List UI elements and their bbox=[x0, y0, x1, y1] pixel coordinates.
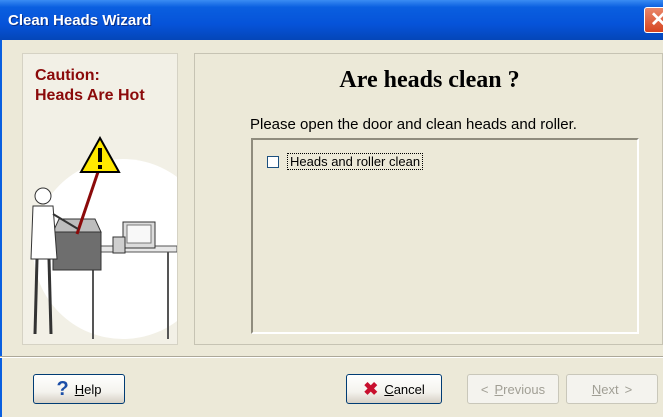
options-group: Heads and roller clean bbox=[251, 138, 639, 334]
caution-title: Caution: bbox=[35, 67, 100, 84]
x-icon: ✖ bbox=[363, 378, 379, 399]
question-icon: ? bbox=[56, 377, 69, 400]
help-mnemonic: H bbox=[74, 381, 85, 397]
previous-label: revious bbox=[503, 381, 546, 397]
heads-clean-checkbox[interactable] bbox=[267, 155, 279, 168]
cancel-label: ancel bbox=[393, 381, 425, 397]
heads-clean-checkbox-label[interactable]: Heads and roller clean bbox=[287, 153, 424, 170]
arrow-left-icon: < bbox=[480, 381, 489, 397]
next-button[interactable]: Next > bbox=[566, 374, 658, 404]
cancel-mnemonic: C bbox=[384, 381, 394, 397]
close-icon: ✕ bbox=[650, 9, 663, 31]
content-panel: Are heads clean ? Please open the door a… bbox=[194, 53, 663, 345]
next-mnemonic: N bbox=[591, 381, 602, 397]
page-heading: Are heads clean ? bbox=[339, 67, 520, 93]
arrow-right-icon: > bbox=[624, 381, 633, 397]
title-bar[interactable]: Clean Heads Wizard ✕ bbox=[0, 0, 663, 40]
heads-clean-checkbox-row[interactable]: Heads and roller clean bbox=[267, 153, 424, 170]
caution-panel: Caution: Heads Are Hot bbox=[22, 53, 178, 345]
previous-mnemonic: P bbox=[494, 381, 504, 397]
window-title: Clean Heads Wizard bbox=[8, 12, 152, 29]
caution-subtitle: Heads Are Hot bbox=[35, 87, 145, 104]
button-separator bbox=[0, 356, 663, 358]
help-button[interactable]: ? Help bbox=[33, 374, 125, 404]
instruction-text: Please open the door and clean heads and… bbox=[250, 116, 577, 133]
help-label: elp bbox=[84, 381, 102, 397]
cancel-button[interactable]: ✖ Cancel bbox=[346, 374, 442, 404]
previous-button[interactable]: < Previous bbox=[467, 374, 559, 404]
close-button[interactable]: ✕ bbox=[644, 7, 663, 33]
next-label: ext bbox=[601, 381, 619, 397]
warning-icon bbox=[79, 136, 121, 173]
